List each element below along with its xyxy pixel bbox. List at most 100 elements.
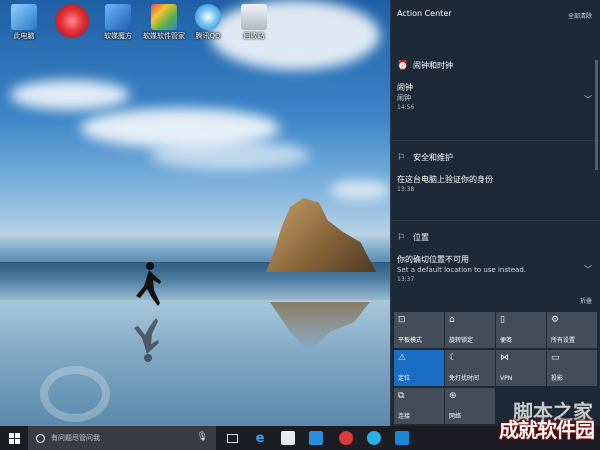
desktop-icon-label: 软媒软件管家	[143, 32, 185, 40]
gear-icon: ⚙	[551, 315, 560, 325]
desktop-icon-recycle-bin[interactable]: 回收站	[230, 4, 278, 41]
tile-rotation-lock[interactable]: ⌂ 旋转锁定	[445, 312, 495, 348]
notification-body: Set a default location to use instead.	[397, 266, 526, 274]
collapse-button[interactable]: 折叠	[580, 296, 592, 305]
group-header: 闹钟和时钟	[413, 61, 453, 70]
cloud	[150, 140, 310, 170]
notification-group-security[interactable]: ⚐ 安全和维护	[397, 152, 453, 163]
mail-button[interactable]	[306, 426, 326, 450]
tablet-mode-icon: ⊡	[398, 315, 406, 325]
tile-project[interactable]: ▭ 投影	[547, 350, 597, 386]
notification-title: 闹钟	[397, 83, 413, 92]
search-placeholder: 有问题尽管问我	[51, 434, 100, 442]
tile-label: 旋转锁定	[449, 337, 474, 344]
connect-icon: ⧉	[398, 391, 405, 401]
notification-time: 14:56	[397, 104, 415, 111]
divider	[391, 220, 600, 221]
browser-button[interactable]	[364, 426, 384, 450]
action-center-title: Action Center	[397, 9, 452, 18]
tile-connect[interactable]: ⧉ 连接	[394, 388, 444, 424]
desktop-icon-red-disc[interactable]	[48, 4, 96, 38]
desktop-icon-cube-app[interactable]: 软媒魔方	[94, 4, 142, 41]
notification-title: 在这台电脑上验证你的身份	[397, 175, 493, 184]
music-app-icon	[339, 431, 353, 445]
tile-label: 便笺	[500, 337, 513, 344]
tile-label: 投影	[551, 375, 564, 382]
desktop: 此电脑 软媒魔方 软媒软件管家 腾讯QQ 回收站	[0, 0, 390, 426]
edge-icon: e	[255, 430, 265, 446]
cube-app-icon	[105, 4, 131, 30]
desktop-icon-this-pc[interactable]: 此电脑	[0, 4, 48, 41]
active-app-button[interactable]	[392, 426, 412, 450]
tile-network[interactable]: ⊕ 网络	[445, 388, 495, 424]
divider	[391, 140, 600, 141]
desktop-icon-label: 此电脑	[13, 32, 35, 40]
notification-group-alarms[interactable]: ⏰ 闹钟和时钟	[397, 60, 453, 71]
tile-label: VPN	[500, 375, 513, 382]
moon-icon: ☾	[449, 353, 458, 363]
tile-label: 网络	[449, 413, 462, 420]
windows-logo-icon	[8, 432, 20, 444]
tile-note[interactable]: ▯ 便笺	[496, 312, 546, 348]
notification-security[interactable]: 在这台电脑上验证你的身份 13:38	[397, 174, 593, 194]
tile-location[interactable]: ⚠ 定位	[394, 350, 444, 386]
cortana-icon	[36, 433, 45, 443]
active-app-icon	[395, 431, 409, 445]
software-manager-icon	[151, 4, 177, 30]
rotation-lock-icon: ⌂	[449, 315, 455, 325]
microphone-icon[interactable]: 🎙	[197, 432, 208, 442]
vpn-icon: ⋈	[500, 353, 509, 363]
start-button[interactable]	[0, 426, 28, 450]
tile-all-settings[interactable]: ⚙ 所有设置	[547, 312, 597, 348]
store-button[interactable]	[278, 426, 298, 450]
chevron-down-icon[interactable]: ﹀	[584, 264, 592, 275]
notification-group-location[interactable]: ⚐ 位置	[397, 232, 429, 243]
note-icon: ▯	[500, 315, 505, 325]
tile-tablet-mode[interactable]: ⊡ 平板模式	[394, 312, 444, 348]
notification-title: 你的确切位置不可用	[397, 255, 469, 264]
runner-reflection	[134, 318, 159, 362]
desktop-icon-label: 回收站	[243, 32, 265, 40]
group-header: 安全和维护	[413, 153, 453, 162]
store-icon	[281, 431, 295, 445]
browser-icon	[367, 431, 381, 445]
chevron-down-icon[interactable]: ﹀	[584, 94, 592, 105]
search-box[interactable]: 有问题尽管问我 🎙	[28, 426, 216, 450]
group-header: 位置	[413, 233, 429, 242]
tile-quiet-hours[interactable]: ☾ 免打扰时间	[445, 350, 495, 386]
tile-vpn[interactable]: ⋈ VPN	[496, 350, 546, 386]
runner-silhouette	[136, 262, 161, 306]
recycle-bin-icon	[241, 4, 267, 30]
scrollbar[interactable]	[595, 60, 598, 170]
tile-label: 所有设置	[551, 337, 576, 344]
security-flag-icon: ⚐	[397, 152, 406, 163]
alarm-clock-icon: ⏰	[397, 60, 409, 71]
notification-time: 13:38	[397, 186, 415, 193]
location-icon: ⚠	[398, 353, 407, 363]
project-icon: ▭	[551, 353, 560, 363]
edge-button[interactable]: e	[250, 426, 270, 450]
mail-icon	[309, 431, 323, 445]
task-view-button[interactable]	[222, 426, 242, 450]
tile-label: 平板模式	[398, 337, 423, 344]
ripple-mark	[40, 366, 110, 422]
task-view-icon	[226, 433, 238, 443]
music-app-button[interactable]	[336, 426, 356, 450]
notification-time: 13:37	[397, 276, 415, 283]
red-disc-icon	[55, 4, 89, 38]
notification-alarm[interactable]: 闹钟 闹钟 14:56	[397, 82, 593, 112]
desktop-icon-software-manager[interactable]: 软媒软件管家	[140, 4, 188, 41]
location-flag-icon: ⚐	[397, 232, 406, 243]
cloud	[330, 180, 390, 200]
network-icon: ⊕	[449, 391, 457, 401]
clear-all-button[interactable]: 全部清除	[568, 11, 592, 20]
notification-location[interactable]: 你的确切位置不可用 Set a default location to use …	[397, 254, 593, 284]
watermark: 成就软件园	[499, 418, 595, 442]
notification-body: 闹钟	[397, 94, 411, 102]
desktop-icon-qq[interactable]: 腾讯QQ	[184, 4, 232, 41]
tile-label: 免打扰时间	[449, 375, 480, 382]
cloud	[10, 80, 130, 110]
desktop-icon-label: 腾讯QQ	[195, 32, 221, 40]
qq-icon	[195, 4, 221, 30]
tile-label: 连接	[398, 413, 411, 420]
